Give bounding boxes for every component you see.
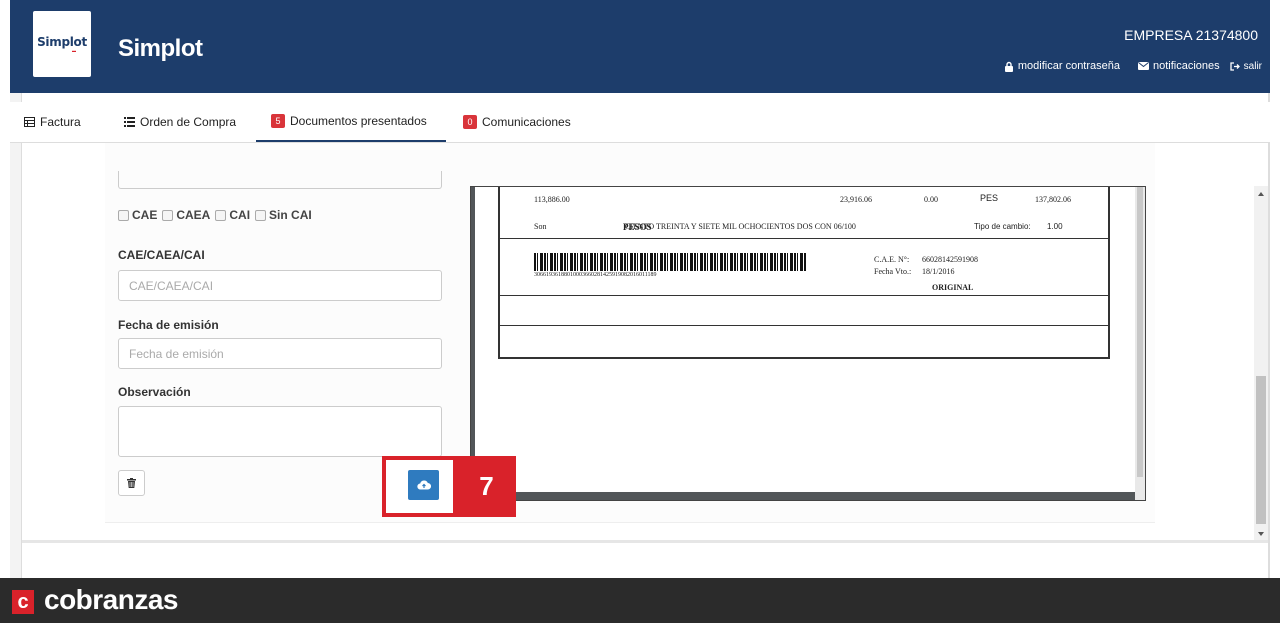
cae-type-checkboxes: CAE CAEA CAI Sin CAI [118,208,314,222]
copy-type: ORIGINAL [932,283,974,292]
app-frame: Simplot ▬ Simplot EMPRESA 21374800 modif… [0,0,1280,623]
iva-amount: 23,916.06 [840,195,872,204]
delete-button[interactable] [118,470,145,496]
issue-date-input[interactable] [118,338,442,369]
exchange-rate-label: Tipo de cambio: [974,222,1031,231]
change-password-link[interactable]: modificar contraseña [1004,60,1120,72]
notifications-label: notificaciones [1153,60,1220,72]
checkbox-cai[interactable]: CAI [215,208,250,222]
checkbox-box[interactable] [118,209,129,221]
observation-label: Observación [118,385,191,399]
checkbox-cai-label: CAI [229,208,251,222]
exchange-rate-value: 1.00 [1047,222,1063,231]
amount-in-words: CIENTO TREINTA Y SIETE MIL OCHOCIENTOS D… [625,222,856,231]
partial-input-field[interactable] [118,171,442,189]
documents-count-badge: 5 [271,114,285,128]
app-header: Simplot ▬ Simplot EMPRESA 21374800 modif… [10,0,1270,93]
tab-orden-de-compra[interactable]: Orden de Compra [124,102,236,142]
communications-count-badge: 0 [463,115,477,129]
pdf-scrollbar-thumb[interactable] [1137,187,1143,477]
observation-textarea[interactable] [118,406,442,457]
logout-link[interactable]: salir [1230,61,1262,72]
cae-number-value: 66028142591908 [922,255,978,264]
barcode-image [534,253,806,271]
header-links: modificar contraseña notificaciones sali… [1004,60,1262,72]
checkbox-caea[interactable]: CAEA [162,208,210,222]
cobranzas-logo-text: cobranzas [44,584,179,615]
cae-input[interactable] [118,270,442,301]
lock-icon [1004,61,1013,72]
cae-number-label: C.A.E. N°: [874,255,910,264]
issue-date-label: Fecha de emisión [118,318,219,332]
upload-highlight [382,456,457,517]
total-amount: 137,802.06 [1035,195,1071,204]
company-name: EMPRESA 21374800 [1124,27,1258,43]
barcode-number: 3066193618801000366028142591908201601118… [534,272,657,278]
logo-mark: ▬ [72,48,76,53]
pdf-page: 113,886.00 23,916.06 0.00 PES 137,802.06… [475,187,1139,492]
due-date-value: 18/1/2016 [922,267,955,276]
logout-label: salir [1243,60,1262,72]
simplot-logo[interactable]: Simplot ▬ [33,11,91,77]
pdf-scrollbar[interactable] [1135,187,1145,500]
footer-banner: c cobranzas [0,578,1280,623]
cae-label: CAE/CAEA/CAI [118,248,205,262]
tab-documentos-label: Documentos presentados [290,114,427,128]
page-scrollbar-thumb[interactable] [1256,376,1266,524]
son-label: Son [534,222,547,231]
upload-button[interactable] [408,470,439,500]
left-frame-border [10,93,22,578]
checkbox-cae[interactable]: CAE [118,208,157,222]
table-icon [24,117,35,127]
invoice-empty-row [500,296,1108,326]
invoice-barcode-row: 3066193618801000366028142591908201601118… [500,239,1108,296]
main-content: CAE CAEA CAI Sin CAI CAE/CAEA/CAI Fecha … [22,143,1268,540]
currency-code: PES [980,193,999,203]
checkbox-box[interactable] [215,209,227,221]
bottom-panel [22,540,1268,578]
checkbox-box[interactable] [162,209,174,221]
tab-documentos-presentados[interactable]: 5 Documentos presentados [256,102,446,142]
app-brand-title: Simplot [118,35,203,62]
scroll-down-arrow[interactable] [1258,532,1264,536]
trash-icon [127,478,136,488]
tab-factura-label: Factura [40,115,81,129]
net-amount: 113,886.00 [534,195,570,204]
invoice-totals-row: 113,886.00 23,916.06 0.00 PES 137,802.06… [500,187,1108,239]
right-frame-border [1268,93,1270,578]
tab-comunicaciones[interactable]: 0 Comunicaciones [463,102,571,142]
cloud-upload-icon [416,480,431,490]
change-password-label: modificar contraseña [1017,60,1120,72]
envelope-icon [1138,62,1149,70]
due-date-label: Fecha Vto.: [874,267,912,276]
tab-factura[interactable]: Factura [24,102,81,142]
logout-icon [1230,61,1240,71]
scroll-up-arrow[interactable] [1258,192,1264,196]
step-number-badge: 7 [457,456,516,517]
checkbox-sin-cai-label: Sin CAI [269,208,312,222]
other-amount: 0.00 [924,195,938,204]
tabs-bar: Factura Orden de Compra 5 Documentos pre… [10,102,1270,143]
pdf-viewer[interactable]: 113,886.00 23,916.06 0.00 PES 137,802.06… [470,186,1146,501]
checkbox-cae-label: CAE [132,208,158,222]
checkbox-caea-label: CAEA [176,208,211,222]
cobranzas-logo-mark: c [12,590,34,614]
invoice-document: 113,886.00 23,916.06 0.00 PES 137,802.06… [498,187,1110,359]
tab-comunicaciones-label: Comunicaciones [482,115,571,129]
tab-orden-label: Orden de Compra [140,115,237,129]
list-icon [124,117,135,127]
checkbox-box[interactable] [255,209,267,221]
page-scrollbar[interactable] [1254,186,1268,542]
logo-text: Simplot [37,35,87,49]
checkbox-sin-cai[interactable]: Sin CAI [255,208,312,222]
notifications-link[interactable]: notificaciones [1138,60,1220,72]
